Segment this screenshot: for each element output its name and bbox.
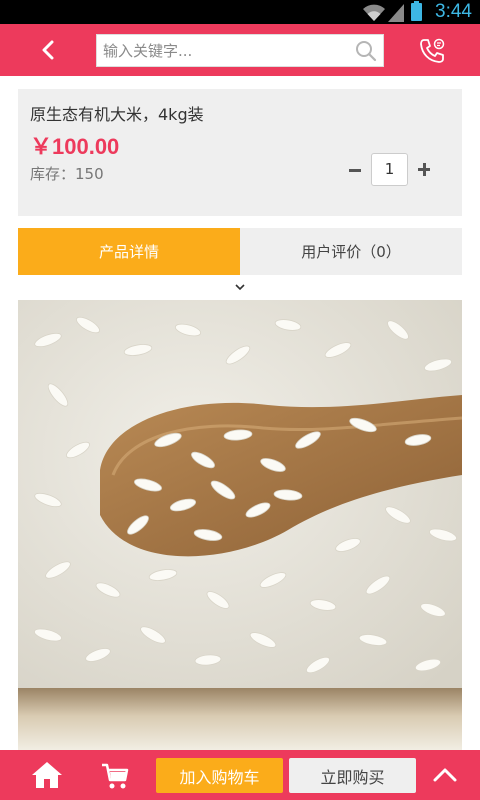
quantity-increase-button[interactable] — [415, 156, 433, 184]
product-price: ￥100.00 — [30, 134, 120, 159]
chevron-up-icon[interactable] — [430, 762, 460, 788]
tab-product-details[interactable]: 产品详情 — [18, 228, 240, 275]
header — [0, 24, 480, 76]
buy-now-button[interactable]: 立即购买 — [289, 758, 416, 793]
search-icon[interactable] — [355, 40, 377, 62]
phone-icon — [420, 38, 445, 63]
cart-icon[interactable] — [100, 762, 130, 790]
status-time: 3:44 — [435, 1, 472, 22]
bottom-action-bar: 加入购物车 立即购买 — [0, 750, 480, 800]
home-icon[interactable] — [30, 760, 64, 790]
product-photo-secondary — [18, 688, 462, 750]
product-info-card: 原生态有机大米，4kg装 ￥100.00 库存：150 1 — [18, 89, 462, 216]
status-bar: 3:44 — [0, 0, 480, 24]
quantity-decrease-button[interactable] — [346, 156, 364, 184]
product-stock: 库存：150 — [30, 165, 104, 183]
add-to-cart-button[interactable]: 加入购物车 — [156, 758, 283, 793]
back-arrow-icon — [42, 40, 54, 60]
detail-tabs: 产品详情 用户评价（0） — [18, 228, 462, 275]
product-image-gallery — [18, 300, 462, 750]
search-box — [96, 34, 384, 67]
tab-user-reviews[interactable]: 用户评价（0） — [240, 228, 462, 275]
product-title: 原生态有机大米，4kg装 — [30, 105, 204, 124]
product-photo-rice — [18, 300, 462, 688]
wifi-icon — [363, 4, 385, 21]
back-button[interactable] — [28, 34, 68, 66]
phone-button[interactable] — [414, 34, 450, 68]
quantity-input[interactable]: 1 — [371, 153, 408, 186]
signal-icon — [388, 4, 404, 22]
chevron-down-icon — [235, 284, 245, 291]
search-input[interactable] — [103, 35, 349, 66]
battery-icon — [411, 1, 422, 21]
minus-icon — [349, 168, 361, 172]
